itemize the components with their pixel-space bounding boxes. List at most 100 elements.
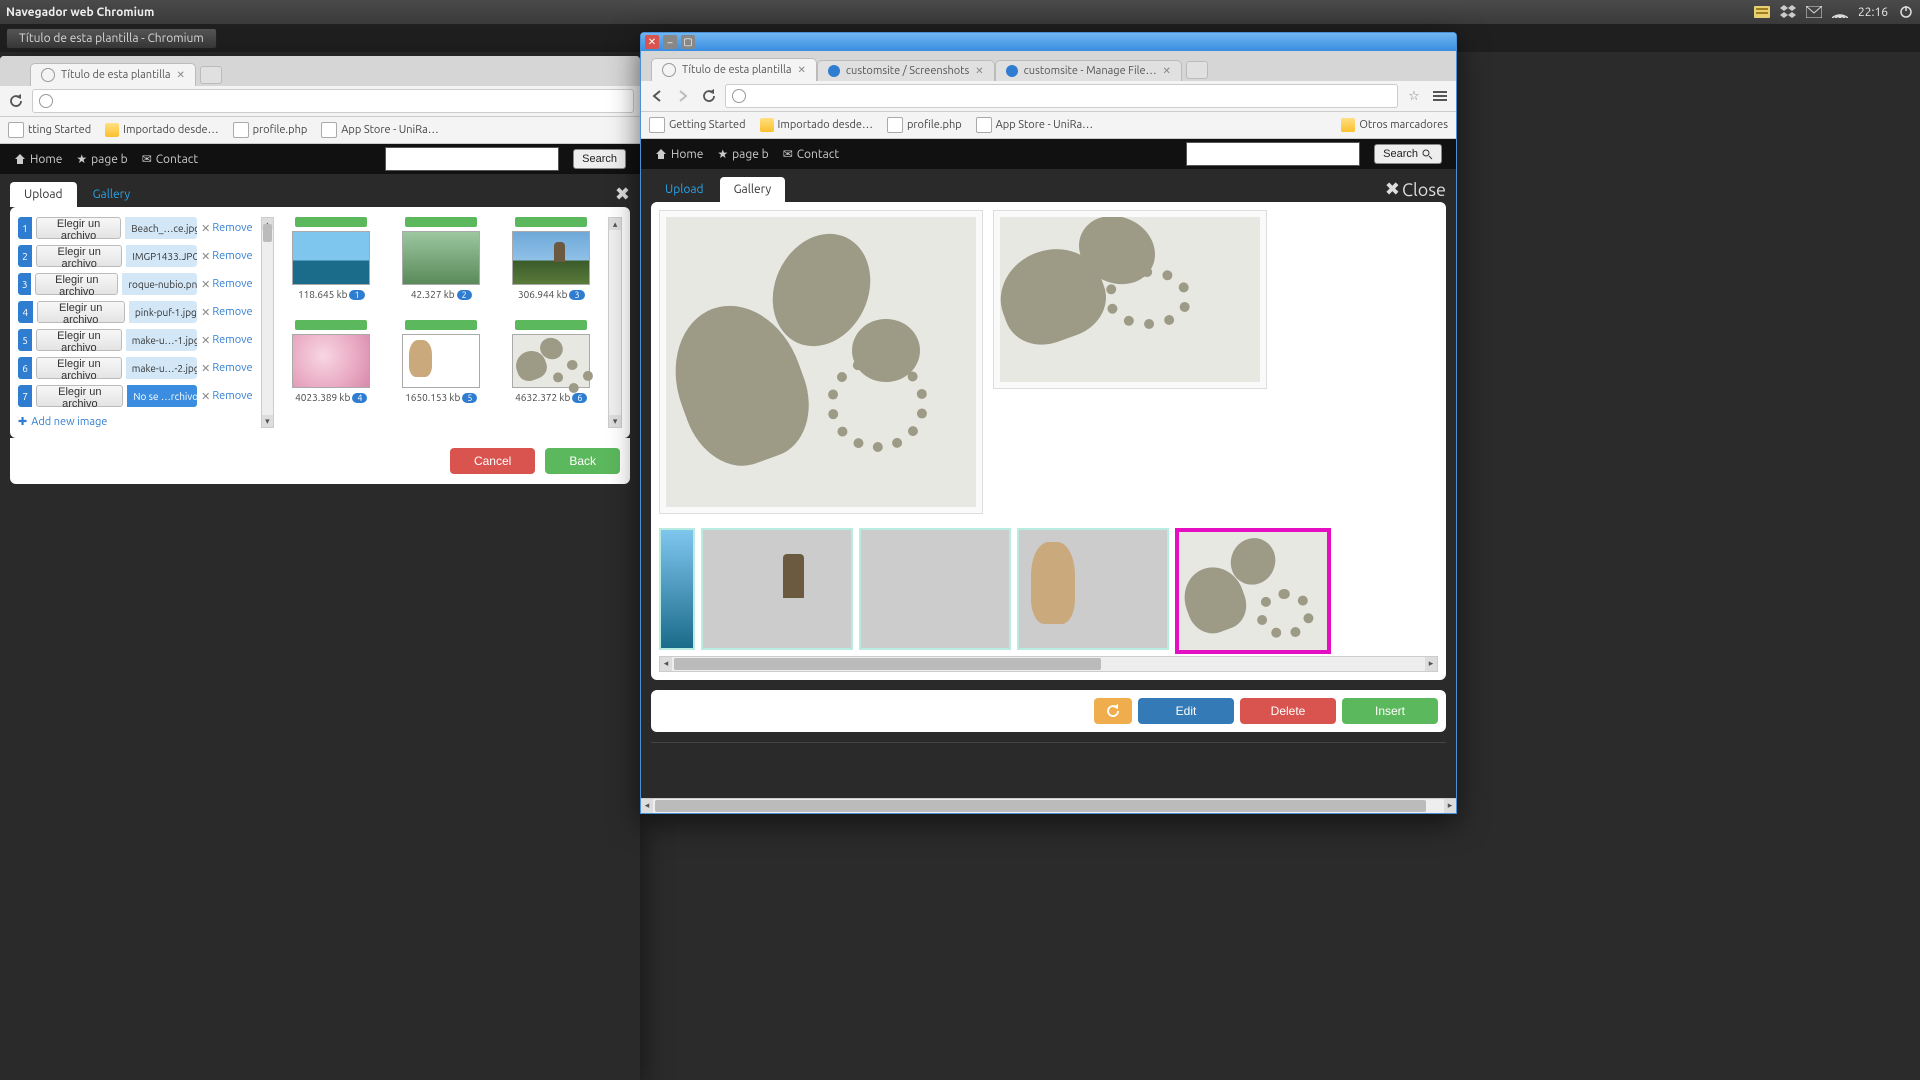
edit-button[interactable]: Edit	[1138, 698, 1234, 724]
remove-link[interactable]: ✕Remove	[201, 278, 252, 291]
nav-contact[interactable]: ✉Contact	[783, 147, 839, 161]
back-button[interactable]	[647, 86, 667, 106]
nav-home[interactable]: Home	[14, 153, 62, 166]
dropbox-icon[interactable]	[1780, 4, 1796, 20]
reload-button[interactable]	[6, 91, 26, 111]
scrollbar-thumb[interactable]	[655, 800, 1426, 812]
thumbnail-image[interactable]	[402, 231, 480, 285]
address-bar[interactable]	[32, 89, 634, 113]
tab-close-icon[interactable]: ✕	[975, 65, 983, 77]
window-close-button[interactable]: ✕	[645, 35, 659, 49]
preview-main[interactable]	[659, 210, 983, 514]
bookmark-getting-started[interactable]: tting Started	[8, 122, 91, 138]
nav-contact[interactable]: ✉Contact	[142, 152, 198, 166]
site-search-input[interactable]	[1186, 142, 1360, 166]
thumbnail-image[interactable]	[512, 334, 590, 388]
add-new-image[interactable]: ✚Add new image	[18, 415, 253, 428]
tab-close-icon[interactable]: ✕	[1163, 65, 1171, 77]
thumbnail-image[interactable]	[292, 231, 370, 285]
choose-file-button[interactable]: Elegir un archivo	[36, 245, 122, 267]
browser-tab-active[interactable]: Título de esta plantilla ✕	[651, 58, 817, 81]
remove-link[interactable]: ✕Remove	[201, 250, 252, 263]
tab-gallery[interactable]: Gallery	[720, 177, 786, 202]
strip-thumb[interactable]	[1017, 528, 1169, 650]
bookmark-profile[interactable]: profile.php	[233, 122, 308, 138]
viewport-scrollbar[interactable]: ◂ ▸	[641, 798, 1456, 813]
delete-button[interactable]: Delete	[1240, 698, 1336, 724]
wrench-menu-icon[interactable]	[1430, 86, 1450, 106]
strip-thumb-selected[interactable]	[1175, 528, 1331, 654]
tab-upload[interactable]: Upload	[10, 182, 77, 207]
site-search-button[interactable]: Search	[573, 149, 626, 169]
thumbnail-image[interactable]	[402, 334, 480, 388]
scrollbar-thumb[interactable]	[263, 224, 273, 242]
forward-button[interactable]	[673, 86, 693, 106]
browser-tab[interactable]: customsite - Manage File… ✕	[995, 60, 1182, 81]
tab-close-icon[interactable]: ✕	[177, 69, 185, 81]
cancel-button[interactable]: Cancel	[450, 448, 535, 474]
scroll-down-arrow-icon[interactable]: ▾	[609, 415, 621, 427]
power-icon[interactable]	[1898, 4, 1914, 20]
scroll-right-arrow-icon[interactable]: ▸	[1444, 799, 1456, 813]
scroll-left-arrow-icon[interactable]: ◂	[641, 799, 653, 813]
choose-file-button[interactable]: Elegir un archivo	[37, 301, 125, 323]
bookmark-appstore[interactable]: App Store - UniRa…	[976, 117, 1093, 133]
window-maximize-button[interactable]: ▢	[681, 35, 695, 49]
choose-file-button[interactable]: Elegir un archivo	[36, 357, 122, 379]
choose-file-button[interactable]: Elegir un archivo	[36, 329, 122, 351]
remove-link[interactable]: ✕Remove	[201, 334, 252, 347]
window-minimize-button[interactable]: –	[663, 35, 677, 49]
scroll-left-arrow-icon[interactable]: ◂	[660, 657, 672, 671]
scroll-down-arrow-icon[interactable]: ▾	[262, 415, 274, 427]
thumbnail-image[interactable]	[512, 231, 590, 285]
browser-tab[interactable]: customsite / Screenshots ✕	[817, 60, 995, 81]
strip-thumb[interactable]	[701, 528, 853, 650]
tab-upload[interactable]: Upload	[651, 177, 718, 202]
remove-link[interactable]: ✕Remove	[201, 390, 252, 403]
site-search-input[interactable]	[385, 147, 559, 171]
modal-close[interactable]: ✖	[615, 184, 630, 205]
remove-link[interactable]: ✕Remove	[201, 362, 252, 375]
bookmark-other[interactable]: Otros marcadores	[1341, 118, 1448, 132]
modal-close[interactable]: ✖Close	[1385, 179, 1446, 200]
insert-button[interactable]: Insert	[1342, 698, 1438, 724]
browser-tab[interactable]: Título de esta plantilla ✕	[30, 63, 196, 86]
bookmark-importado[interactable]: Importado desde…	[760, 118, 873, 132]
back-button[interactable]: Back	[545, 448, 620, 474]
strip-scrollbar[interactable]: ◂ ▸	[659, 656, 1438, 672]
tab-gallery[interactable]: Gallery	[79, 182, 145, 207]
bookmark-importado[interactable]: Importado desde…	[105, 123, 218, 137]
site-search-button[interactable]: Search	[1374, 144, 1442, 164]
refresh-button[interactable]	[1094, 698, 1132, 724]
nav-page[interactable]: ★page b	[76, 152, 127, 166]
taskbar-button-chromium[interactable]: Título de esta plantilla - Chromium	[6, 28, 217, 49]
choose-file-button[interactable]: Elegir un archivo	[35, 273, 118, 295]
bookmark-getting-started[interactable]: Getting Started	[649, 117, 746, 133]
remove-link[interactable]: ✕Remove	[201, 306, 252, 319]
strip-thumb[interactable]	[859, 528, 1011, 650]
scrollbar-thumb[interactable]	[674, 658, 1101, 670]
thumbnail-image[interactable]	[292, 334, 370, 388]
tab-close-icon[interactable]: ✕	[798, 64, 806, 76]
preview-side[interactable]	[993, 210, 1267, 389]
nav-page[interactable]: ★page b	[717, 147, 768, 161]
scroll-up-arrow-icon[interactable]: ▴	[609, 218, 621, 230]
scroll-right-arrow-icon[interactable]: ▸	[1425, 657, 1437, 671]
thumbnail-scrollbar[interactable]: ▴ ▾	[608, 217, 622, 428]
nav-home[interactable]: Home	[655, 148, 703, 161]
bookmark-appstore[interactable]: App Store - UniRa…	[321, 122, 438, 138]
choose-file-button[interactable]: Elegir un archivo	[36, 217, 121, 239]
strip-thumb[interactable]	[659, 528, 695, 650]
file-list-scrollbar[interactable]: ▴ ▾	[261, 217, 275, 428]
bookmark-star-icon[interactable]: ☆	[1404, 86, 1424, 106]
new-tab-button[interactable]	[200, 66, 222, 84]
remove-link[interactable]: ✕Remove	[201, 222, 252, 235]
network-icon[interactable]	[1832, 4, 1848, 20]
choose-file-button[interactable]: Elegir un archivo	[36, 385, 123, 407]
address-bar[interactable]	[725, 84, 1398, 108]
reload-button[interactable]	[699, 86, 719, 106]
reader-icon[interactable]	[1754, 4, 1770, 20]
bookmark-profile[interactable]: profile.php	[887, 117, 962, 133]
mail-icon[interactable]	[1806, 4, 1822, 20]
new-tab-button[interactable]	[1186, 61, 1208, 79]
